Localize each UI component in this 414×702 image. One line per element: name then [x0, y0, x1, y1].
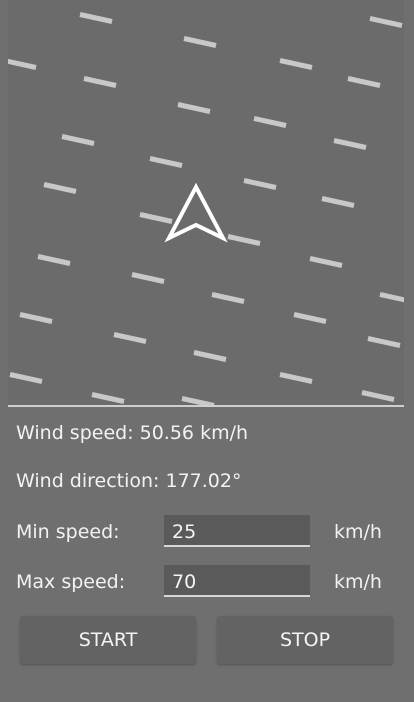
wind-streak: [243, 178, 277, 190]
wind-streak: [227, 234, 261, 246]
wind-streak: [279, 372, 313, 384]
wind-streak: [309, 256, 343, 268]
wind-streak: [367, 336, 401, 348]
wind-streak: [253, 116, 287, 128]
wind-streak: [91, 392, 125, 404]
wind-direction-text: Wind direction: 177.02°: [16, 470, 242, 492]
start-button[interactable]: START: [20, 616, 196, 664]
wind-streak: [43, 182, 77, 194]
wind-streak: [9, 372, 43, 384]
wind-streak: [37, 254, 71, 266]
wind-visualization: [8, 0, 404, 405]
max-speed-label: Max speed:: [16, 571, 126, 593]
wind-streak: [61, 134, 95, 146]
wind-streak: [333, 138, 367, 150]
wind-streak: [19, 312, 53, 324]
wind-streak: [149, 156, 183, 168]
wind-field-canvas: [8, 12, 404, 405]
wind-streak: [79, 12, 113, 24]
wind-streak: [193, 350, 227, 362]
max-speed-unit: km/h: [334, 571, 382, 593]
min-speed-input[interactable]: [164, 515, 310, 547]
wind-streak: [293, 312, 327, 324]
wind-streak: [361, 390, 395, 402]
max-speed-input[interactable]: [164, 565, 310, 597]
wind-streak: [131, 272, 165, 284]
wind-streak: [279, 58, 313, 70]
wind-streak: [321, 196, 355, 208]
wind-simulator-window: Wind speed: 50.56 km/h Wind direction: 1…: [0, 0, 414, 702]
wind-streak: [347, 76, 381, 88]
wind-streak: [211, 292, 245, 304]
navigation-arrow-icon: [164, 182, 228, 243]
wind-streak: [8, 58, 37, 70]
wind-streak: [113, 332, 147, 344]
wind-streak: [379, 292, 404, 303]
stop-button[interactable]: STOP: [217, 616, 393, 664]
wind-streak: [177, 102, 211, 114]
wind-streak: [369, 16, 403, 28]
min-speed-unit: km/h: [334, 521, 382, 543]
wind-streak: [183, 36, 217, 48]
wind-speed-text: Wind speed: 50.56 km/h: [16, 422, 249, 444]
wind-streak: [139, 212, 173, 224]
wind-streak: [83, 76, 117, 88]
min-speed-label: Min speed:: [16, 521, 120, 543]
control-panel: Wind speed: 50.56 km/h Wind direction: 1…: [8, 407, 404, 689]
